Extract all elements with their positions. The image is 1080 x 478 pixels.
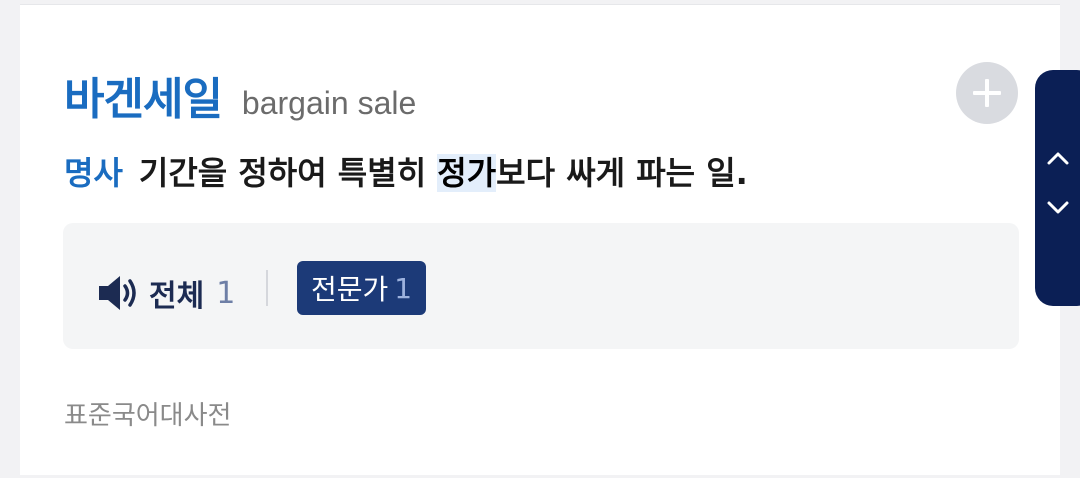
expert-audio-button[interactable]: 전문가 1 <box>297 261 427 315</box>
plus-icon <box>973 79 1001 107</box>
expert-count: 1 <box>394 271 413 305</box>
add-to-wordbook-button[interactable] <box>956 62 1018 124</box>
part-of-speech: 명사 <box>64 154 123 192</box>
headword[interactable]: 바겐세일 <box>64 63 223 127</box>
expert-label: 전문가 <box>311 273 389 306</box>
scroll-navigator <box>1035 70 1080 306</box>
headword-row: 바겐세일 bargain sale <box>64 63 416 127</box>
audio-all-label: 전체 <box>149 279 205 314</box>
word-origin: bargain sale <box>241 85 417 121</box>
definition-text: 기간을 정하여 특별히 정가보다 싸게 파는 일. <box>139 148 748 194</box>
divider <box>266 270 268 306</box>
highlighted-term[interactable]: 정가 <box>437 154 497 192</box>
definition-row: 명사 기간을 정하여 특별히 정가보다 싸게 파는 일. <box>64 148 748 194</box>
pronunciation-box: 전체 1 전문가 1 <box>63 223 1019 349</box>
definition-text-after: 보다 싸게 파는 일. <box>496 154 748 192</box>
audio-all-count: 1 <box>216 275 236 311</box>
dictionary-entry-card: 바겐세일 bargain sale 명사 기간을 정하여 특별히 정가보다 싸게… <box>20 4 1060 475</box>
play-all-audio-button[interactable]: 전체 1 <box>97 271 235 315</box>
definition-text-before: 기간을 정하여 특별히 <box>138 154 438 192</box>
chevron-up-icon[interactable] <box>1045 146 1071 172</box>
speaker-icon <box>99 276 136 310</box>
dictionary-source[interactable]: 표준국어대사전 <box>64 395 231 432</box>
chevron-down-icon[interactable] <box>1045 194 1071 220</box>
